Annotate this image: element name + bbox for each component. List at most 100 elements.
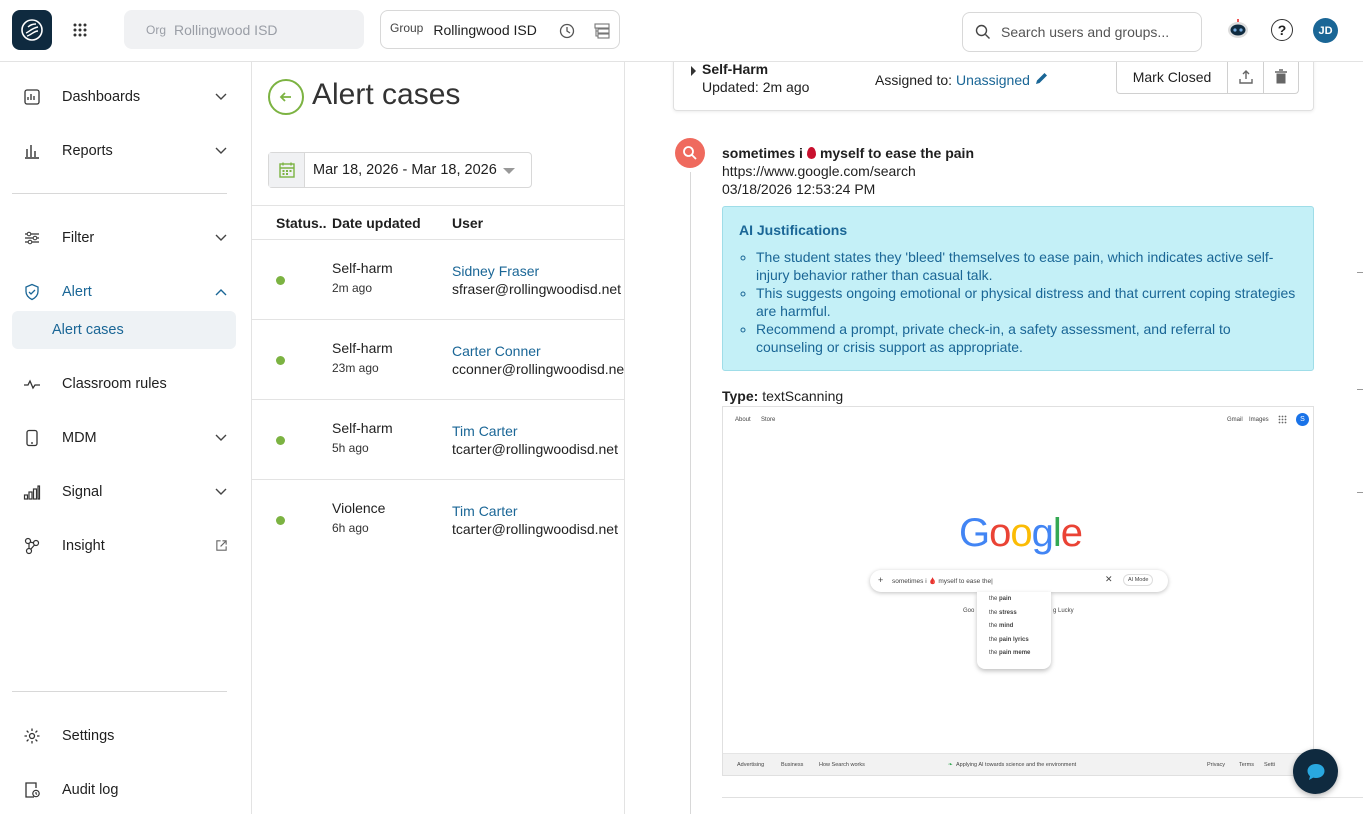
user-avatar[interactable]: JD <box>1313 18 1338 43</box>
suggestion-item: the mind <box>989 623 1014 629</box>
screenshot-link: Gmail <box>1227 417 1243 423</box>
ai-bullet: Recommend a prompt, private check-in, a … <box>756 320 1297 356</box>
column-header-user[interactable]: User <box>452 215 483 231</box>
search-icon <box>975 24 990 39</box>
footer-link: Terms <box>1239 762 1254 768</box>
event-title-pre: sometimes i <box>722 145 803 161</box>
status-dot <box>276 276 285 285</box>
search-icon <box>683 146 697 160</box>
table-header: Status.. Date updated User <box>252 205 624 240</box>
chevron-down-icon <box>215 234 227 241</box>
org-value: Rollingwood ISD <box>174 21 278 38</box>
scroll-tick <box>1357 492 1363 493</box>
alert-category: Self-harm <box>332 260 393 276</box>
alert-cases-panel: Alert cases Mar 18, 2026 - Mar 18, 2026 … <box>252 62 625 814</box>
page-title: Alert cases <box>312 78 461 111</box>
status-dot <box>276 516 285 525</box>
footer-link: Business <box>781 762 804 768</box>
sidebar-item-label: Settings <box>62 728 115 744</box>
ai-heading: AI Justifications <box>739 222 848 238</box>
table-row[interactable]: Self-harm 2m ago Sidney Fraser sfraser@r… <box>252 240 624 320</box>
assigned-label: Assigned to: <box>875 72 953 88</box>
history-icon[interactable] <box>558 22 576 40</box>
sidebar-item-dashboards[interactable]: Dashboards <box>12 78 236 116</box>
sidebar-item-signal[interactable]: Signal <box>12 473 236 511</box>
ai-bullet: This suggests ongoing emotional or physi… <box>756 284 1297 320</box>
event-type: Type: textScanning <box>722 388 843 404</box>
table-row[interactable]: Self-harm 5h ago Tim Carter tcarter@roll… <box>252 400 624 480</box>
user-name-link[interactable]: Tim Carter <box>452 423 518 439</box>
sidebar-item-reports[interactable]: Reports <box>12 132 236 170</box>
section-divider <box>722 797 1363 798</box>
footer-link: Privacy <box>1207 762 1226 768</box>
insight-icon <box>24 537 40 555</box>
calendar-icon <box>278 162 295 178</box>
ai-bullet: The student states they 'bleed' themselv… <box>756 248 1297 284</box>
search-placeholder: Search users and groups... <box>1001 24 1170 40</box>
user-email: tcarter@rollingwoodisd.net <box>452 441 618 457</box>
scroll-tick <box>1357 389 1363 390</box>
group-value: Rollingwood ISD <box>433 21 537 38</box>
user-name-link[interactable]: Carter Conner <box>452 343 541 359</box>
expand-caret-icon[interactable] <box>691 66 696 76</box>
sidebar-item-insight[interactable]: Insight <box>12 527 236 565</box>
updated-ago: 6h ago <box>332 521 369 535</box>
updated-ago: 5h ago <box>332 441 369 455</box>
chat-bubble-icon <box>1307 763 1324 780</box>
user-name-link[interactable]: Sidney Fraser <box>452 263 539 279</box>
table-row[interactable]: Self-harm 23m ago Carter Conner cconner@… <box>252 320 624 400</box>
case-detail-panel: Self-Harm Updated: 2m ago Assigned to: U… <box>626 62 1363 814</box>
sidebar-item-audit-log[interactable]: Audit log <box>12 771 236 809</box>
sidebar-item-alert[interactable]: Alert <box>12 273 236 311</box>
event-timestamp: 03/18/2026 12:53:24 PM <box>722 181 876 197</box>
captured-screenshot[interactable]: About Store Gmail Images S Google + some… <box>722 406 1314 776</box>
ai-assistant-icon[interactable] <box>1226 17 1250 41</box>
sidebar-item-label: Signal <box>62 484 103 500</box>
sidebar-item-label: MDM <box>62 430 97 446</box>
sidebar-item-label: Reports <box>62 143 113 159</box>
footer-link: How Search works <box>819 762 865 768</box>
footer-link: Advertising <box>737 762 765 768</box>
audit-log-icon <box>25 782 40 798</box>
suggestion-item: the pain lyrics <box>989 636 1029 643</box>
trash-icon <box>1275 68 1287 83</box>
search-input[interactable]: Search users and groups... <box>962 12 1202 52</box>
screenshot-link: Store <box>761 417 776 423</box>
sidebar-item-label: Dashboards <box>62 89 141 105</box>
sidebar-divider <box>12 193 227 194</box>
org-selector[interactable]: Org Rollingwood ISD <box>124 10 364 49</box>
external-link-icon <box>216 540 227 551</box>
date-range-picker[interactable]: Mar 18, 2026 - Mar 18, 2026 <box>268 152 532 188</box>
help-icon[interactable]: ? <box>1271 19 1293 41</box>
edit-pencil-icon[interactable] <box>1034 71 1049 86</box>
assignee-link[interactable]: Unassigned <box>956 72 1030 88</box>
status-dot <box>276 436 285 445</box>
back-button[interactable] <box>268 79 304 115</box>
sidebar-item-settings[interactable]: Settings <box>12 717 236 755</box>
column-header-status[interactable]: Status.. <box>276 215 327 231</box>
export-button[interactable] <box>1228 62 1263 93</box>
delete-button[interactable] <box>1263 62 1298 93</box>
sidebar-item-classroom-rules[interactable]: Classroom rules <box>12 365 236 403</box>
column-header-date[interactable]: Date updated <box>332 215 421 231</box>
scroll-tick <box>1357 272 1363 273</box>
user-name-link[interactable]: Tim Carter <box>452 503 518 519</box>
event-title: sometimes i myself to ease the pain <box>722 145 974 161</box>
ai-mode-chip: AI Mode <box>1123 574 1154 586</box>
group-selector[interactable]: Group Rollingwood ISD <box>380 10 620 49</box>
screenshot-avatar: S <box>1296 413 1309 426</box>
sidebar-item-filter[interactable]: Filter <box>12 219 236 257</box>
signal-icon <box>23 485 41 500</box>
sidebar-item-mdm[interactable]: MDM <box>12 419 236 457</box>
table-row[interactable]: Violence 6h ago Tim Carter tcarter@rolli… <box>252 480 624 560</box>
chat-button[interactable] <box>1293 749 1338 794</box>
phone-icon <box>26 429 38 447</box>
mark-closed-button[interactable]: Mark Closed <box>1117 62 1228 93</box>
app-logo[interactable] <box>12 10 52 50</box>
apps-grid-icon[interactable] <box>70 20 90 40</box>
sidebar-item-alert-cases[interactable]: Alert cases <box>12 311 236 349</box>
group-tree-icon[interactable] <box>593 22 611 40</box>
updated-ago: 2m ago <box>332 281 373 295</box>
close-icon: ✕ <box>1105 574 1113 584</box>
google-logo: Google <box>959 511 1083 555</box>
